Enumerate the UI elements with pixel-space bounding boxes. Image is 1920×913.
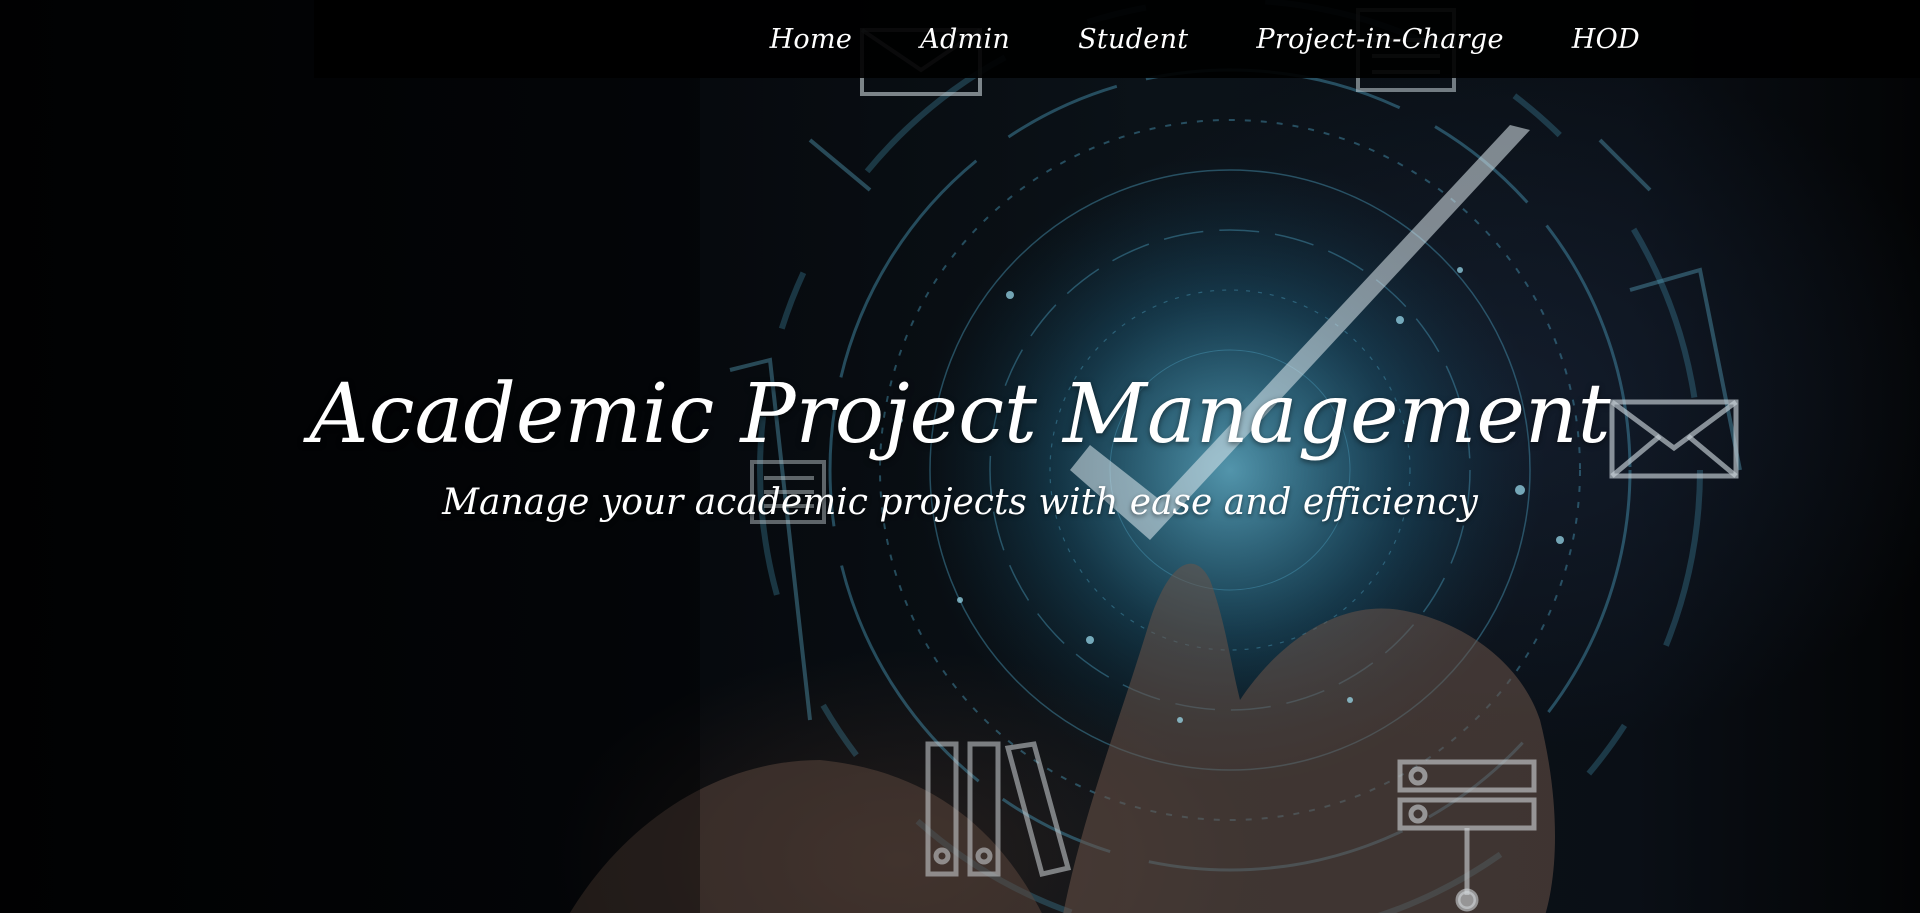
nav-item-home[interactable]: Home bbox=[736, 14, 887, 65]
hero-section: Home Admin Student Project-in-Charge HOD… bbox=[0, 0, 1920, 913]
nav-item-student[interactable]: Student bbox=[1044, 14, 1222, 65]
nav-item-admin[interactable]: Admin bbox=[886, 14, 1044, 65]
hero-title: Academic Project Management bbox=[309, 367, 1611, 462]
nav-item-project-in-charge[interactable]: Project-in-Charge bbox=[1222, 14, 1537, 65]
nav-item-hod[interactable]: HOD bbox=[1538, 14, 1674, 65]
hero-subtitle: Manage your academic projects with ease … bbox=[442, 482, 1478, 524]
nav-menu: Home Admin Student Project-in-Charge HOD bbox=[736, 0, 1674, 78]
top-navbar: Home Admin Student Project-in-Charge HOD bbox=[314, 0, 1920, 78]
hero-text-block: Academic Project Management Manage your … bbox=[0, 367, 1920, 524]
